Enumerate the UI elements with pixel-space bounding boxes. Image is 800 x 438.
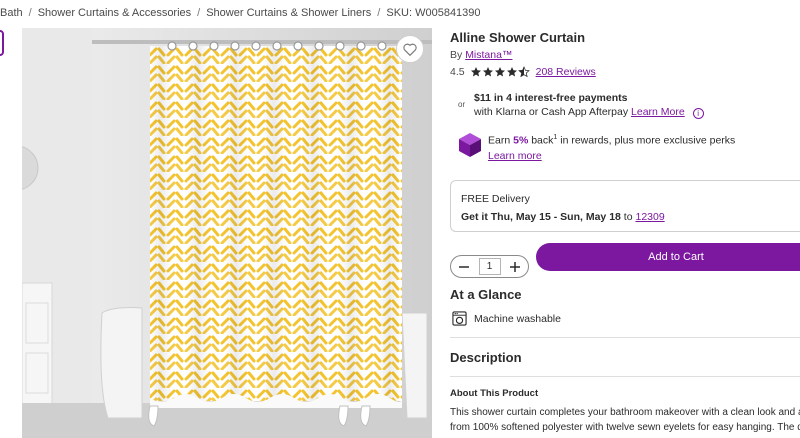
rating-row: 4.5 208 Reviews	[450, 66, 596, 78]
rewards-promo: Earn 5% back1 in rewards, plus more excl…	[488, 134, 735, 162]
about-heading: About This Product	[450, 388, 539, 399]
rewards-rest: in rewards, plus more exclusive perks	[560, 134, 736, 147]
sku-label: SKU: W005841390	[386, 7, 481, 19]
rewards-percent: 5%	[513, 134, 529, 147]
payment-detail-line: with Klarna or Cash App Afterpay Learn M…	[474, 106, 704, 119]
by-label: By	[450, 49, 463, 61]
or-label: or	[458, 100, 466, 109]
product-image[interactable]	[22, 28, 432, 438]
breadcrumb-separator: /	[377, 7, 381, 19]
brand-line: By Mistana™	[450, 49, 512, 61]
description-line: from 100% softened polyester with twelve…	[450, 422, 800, 433]
star-full-icon	[506, 67, 517, 77]
reviews-link[interactable]: 208 Reviews	[536, 66, 596, 78]
product-title: Alline Shower Curtain	[450, 30, 586, 45]
washing-machine-icon	[452, 311, 467, 326]
rewards-earn: Earn	[488, 134, 511, 147]
heart-icon	[403, 43, 417, 56]
payment-detail: with Klarna or Cash App Afterpay	[474, 106, 629, 118]
star-full-icon	[494, 67, 505, 77]
brand-link[interactable]: Mistana™	[465, 49, 512, 61]
rating-value: 4.5	[450, 66, 465, 78]
delivery-to: to	[623, 211, 633, 223]
delivery-dates: Get it Thu, May 15 - Sun, May 18	[461, 211, 621, 223]
rating-stars	[470, 66, 530, 78]
rewards-learn-more-link[interactable]: Learn more	[488, 150, 735, 162]
minus-icon	[459, 265, 469, 268]
rewards-back: back	[531, 134, 554, 147]
glance-item-label: Machine washable	[474, 312, 561, 325]
delivery-dates-line: Get it Thu, May 15 - Sun, May 18 to 1230…	[461, 211, 799, 223]
star-half-icon	[517, 66, 530, 78]
zip-link[interactable]: 12309	[635, 211, 664, 223]
breadcrumb-separator: /	[197, 7, 201, 19]
glance-heading: At a Glance	[450, 287, 522, 302]
gallery-thumbnail[interactable]	[0, 30, 4, 56]
breadcrumb-separator: /	[28, 7, 32, 19]
favorite-button[interactable]	[396, 35, 424, 63]
info-icon[interactable]: i	[692, 108, 704, 119]
plus-icon	[510, 261, 520, 272]
description-text: This shower curtain completes your bathr…	[450, 405, 800, 438]
section-divider	[450, 337, 800, 338]
star-full-icon	[482, 67, 493, 77]
quantity-stepper: 1	[450, 255, 529, 278]
delivery-box: FREE Delivery Get it Thu, May 15 - Sun, …	[450, 180, 800, 232]
payment-learn-more-link[interactable]: Learn More	[631, 106, 685, 118]
description-heading[interactable]: Description	[450, 350, 522, 365]
quantity-input[interactable]: 1	[478, 258, 501, 275]
increase-button[interactable]	[508, 260, 522, 274]
delivery-label: FREE Delivery	[461, 193, 530, 205]
breadcrumb-shower-curtains[interactable]: Shower Curtains & Shower Liners	[206, 7, 371, 19]
breadcrumb-shower-accessories[interactable]: Shower Curtains & Accessories	[38, 7, 191, 19]
decrease-button[interactable]	[457, 260, 471, 274]
rewards-footnote: 1	[553, 134, 558, 141]
breadcrumb-bath[interactable]: Bath	[0, 7, 23, 19]
glance-item: Machine washable	[452, 311, 561, 326]
description-line: This shower curtain completes your bathr…	[450, 407, 800, 418]
star-full-icon	[470, 67, 481, 77]
rewards-cube-icon	[459, 133, 481, 157]
add-to-cart-button[interactable]: Add to Cart	[536, 243, 800, 271]
breadcrumb: Bath / Shower Curtains & Accessories / S…	[0, 0, 800, 26]
payment-headline: $11 in 4 interest-free payments	[474, 92, 628, 104]
section-divider	[450, 376, 800, 377]
